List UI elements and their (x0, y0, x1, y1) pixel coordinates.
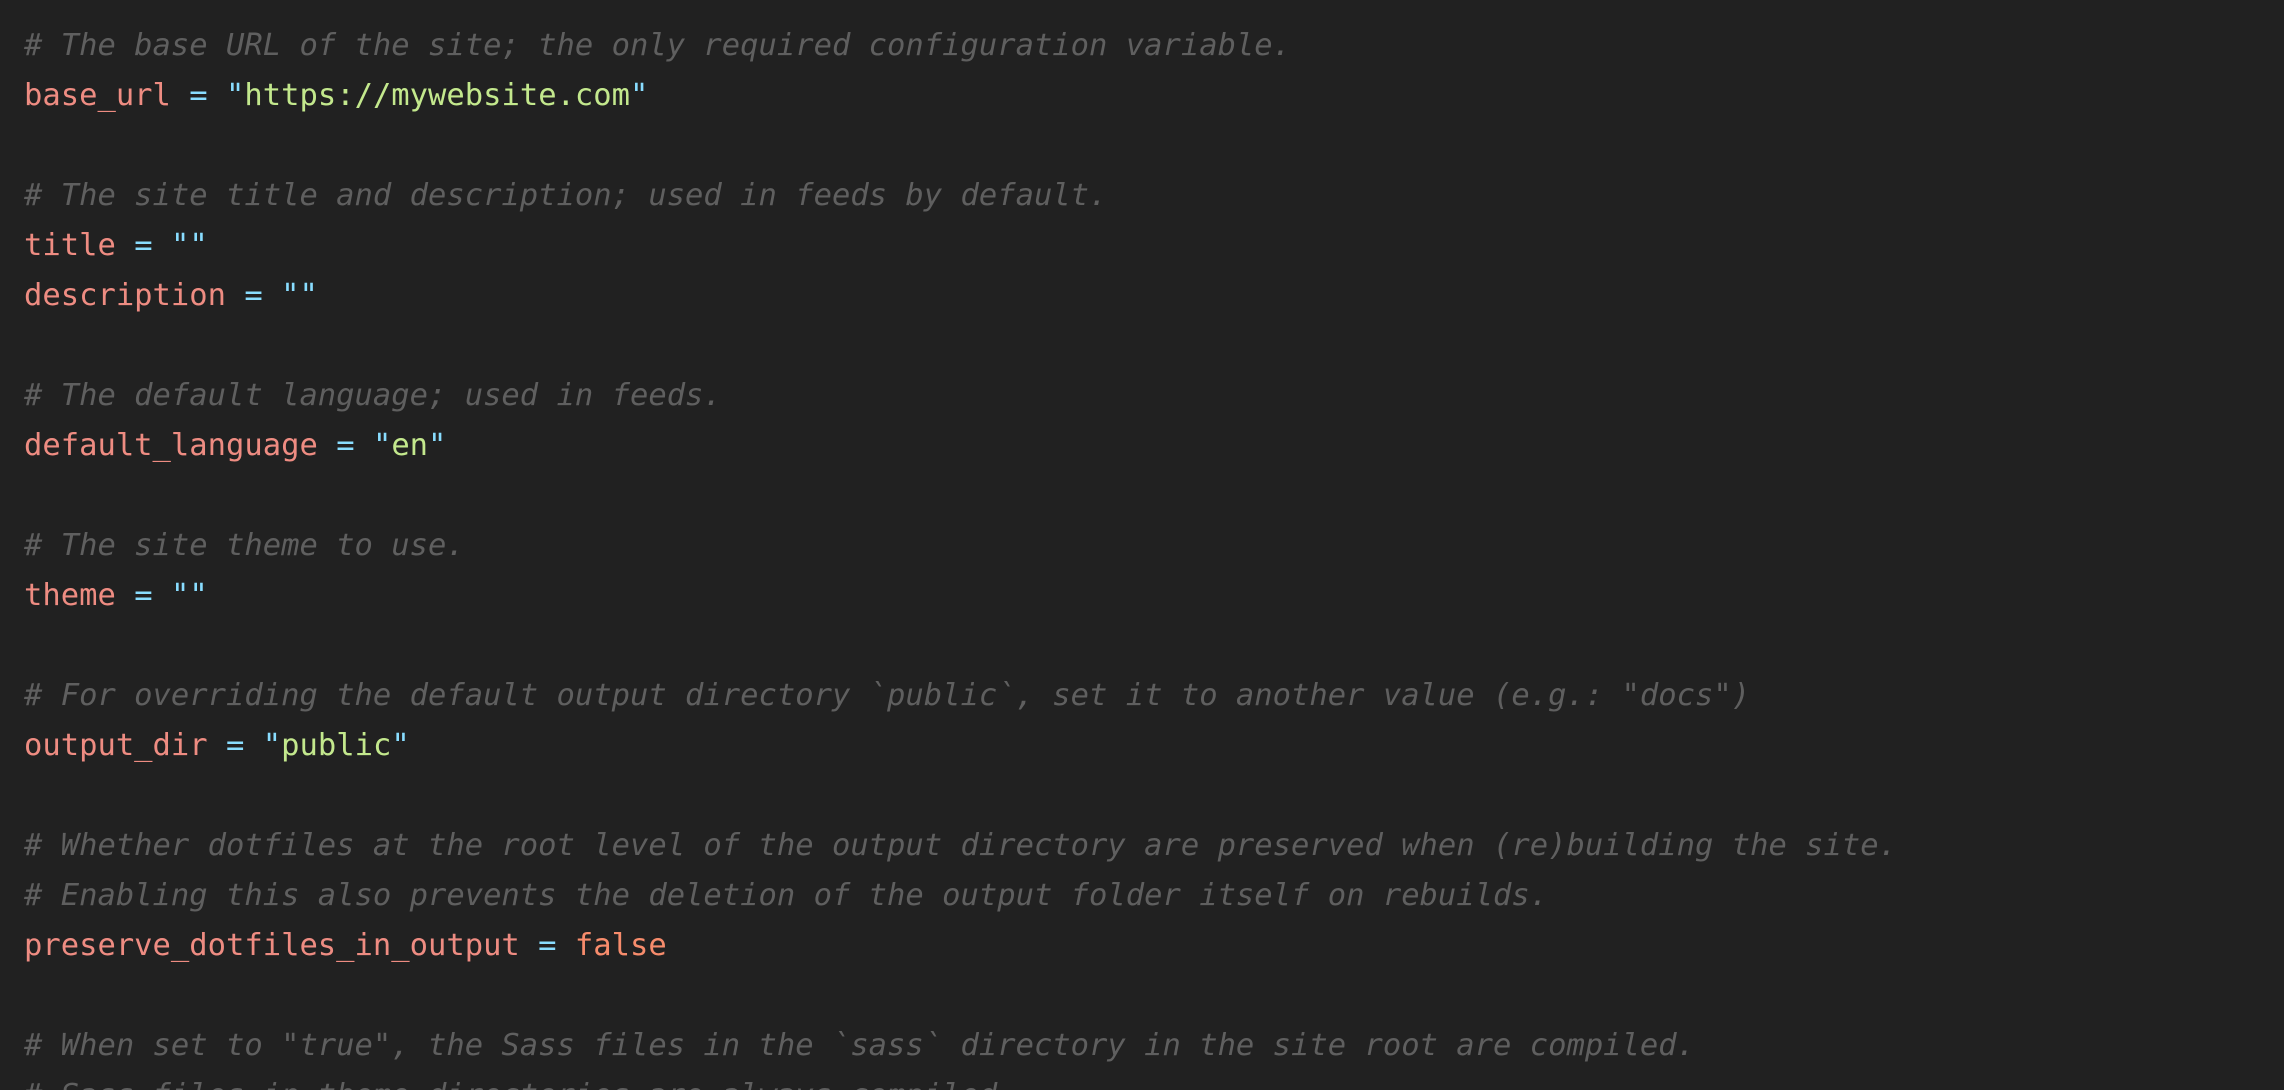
close-quote: " (391, 728, 410, 763)
close-quote: " (428, 428, 447, 463)
comment-text: # When set to "true", the Sass files in … (24, 1028, 1695, 1063)
comment-line[interactable]: # The site theme to use. (24, 521, 2284, 571)
setting-value: false (574, 928, 667, 963)
setting-key: preserve_dotfiles_in_output (24, 928, 520, 963)
comment-line[interactable]: # For overriding the default output dire… (24, 671, 2284, 721)
comment-text: # The site theme to use. (24, 528, 465, 563)
comment-text: # For overriding the default output dire… (24, 678, 1751, 713)
equals-operator: = (244, 278, 263, 313)
close-quote: " (189, 578, 208, 613)
comment-line[interactable]: # Enabling this also prevents the deleti… (24, 871, 2284, 921)
close-quote: " (299, 278, 318, 313)
comment-line[interactable]: # Whether dotfiles at the root level of … (24, 821, 2284, 871)
blank-line[interactable] (24, 321, 2284, 371)
setting-value: en (391, 428, 429, 463)
setting-line-theme[interactable]: theme = "" (24, 571, 2284, 621)
equals-operator: = (226, 728, 245, 763)
setting-key: title (24, 228, 116, 263)
comment-text: # The default language; used in feeds. (24, 378, 722, 413)
close-quote: " (189, 228, 208, 263)
comment-text: # Sass files in theme directories are al… (24, 1078, 1016, 1090)
open-quote: " (170, 578, 190, 613)
comment-text: # The base URL of the site; the only req… (24, 28, 1292, 63)
setting-line-default-language[interactable]: default_language = "en" (24, 421, 2284, 471)
close-quote: " (630, 78, 649, 113)
comment-text: # The site title and description; used i… (24, 178, 1108, 213)
comment-line[interactable]: # The site title and description; used i… (24, 171, 2284, 221)
comment-line[interactable]: # When set to "true", the Sass files in … (24, 1021, 2284, 1071)
setting-line-description[interactable]: description = "" (24, 271, 2284, 321)
equals-operator: = (538, 928, 557, 963)
setting-key: theme (24, 578, 116, 613)
open-quote: " (281, 278, 300, 313)
open-quote: " (226, 78, 245, 113)
comment-line[interactable]: # The base URL of the site; the only req… (24, 21, 2284, 71)
setting-key: description (24, 278, 226, 313)
open-quote: " (170, 228, 190, 263)
setting-line-base-url[interactable]: base_url = "https://mywebsite.com" (24, 71, 2284, 121)
blank-line[interactable] (24, 471, 2284, 521)
blank-line[interactable] (24, 771, 2284, 821)
setting-value: public (281, 728, 392, 763)
open-quote: " (262, 728, 282, 763)
equals-operator: = (134, 228, 153, 263)
comment-text: # Whether dotfiles at the root level of … (24, 828, 1897, 863)
setting-value: https://mywebsite.com (244, 78, 631, 113)
equals-operator: = (336, 428, 355, 463)
equals-operator: = (134, 578, 153, 613)
setting-line-output-dir[interactable]: output_dir = "public" (24, 721, 2284, 771)
setting-key: base_url (24, 78, 171, 113)
blank-line[interactable] (24, 121, 2284, 171)
setting-line-preserve-dotfiles-in-output[interactable]: preserve_dotfiles_in_output = false (24, 921, 2284, 971)
setting-key: default_language (24, 428, 318, 463)
code-editor[interactable]: # The base URL of the site; the only req… (0, 0, 2284, 1090)
equals-operator: = (189, 78, 208, 113)
comment-line[interactable]: # The default language; used in feeds. (24, 371, 2284, 421)
comment-line[interactable]: # Sass files in theme directories are al… (24, 1071, 2284, 1090)
setting-key: output_dir (24, 728, 208, 763)
open-quote: " (372, 428, 392, 463)
blank-line[interactable] (24, 971, 2284, 1021)
setting-line-title[interactable]: title = "" (24, 221, 2284, 271)
comment-text: # Enabling this also prevents the deleti… (24, 878, 1549, 913)
blank-line[interactable] (24, 621, 2284, 671)
